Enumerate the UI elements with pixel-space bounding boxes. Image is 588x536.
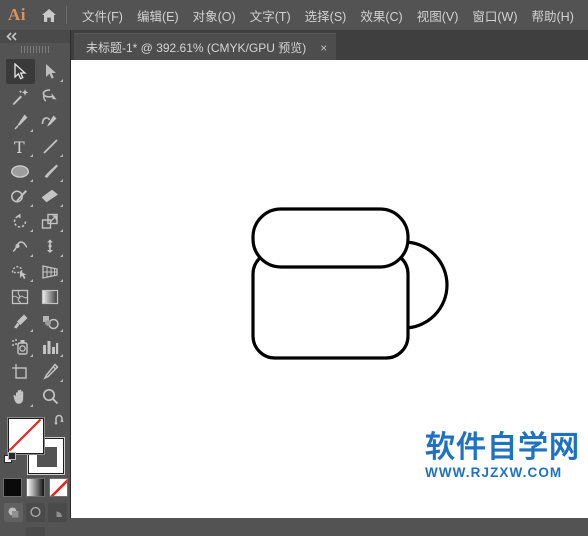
shaper-tool[interactable] — [6, 184, 35, 209]
eraser-tool[interactable] — [36, 184, 65, 209]
column-graph-tool[interactable] — [36, 334, 65, 359]
tool-flyout-indicator — [59, 379, 63, 382]
default-fill-stroke-icon[interactable] — [4, 452, 17, 465]
fill-stroke-mode-row — [0, 478, 70, 497]
tool-flyout-indicator — [29, 254, 33, 257]
close-icon[interactable]: × — [320, 42, 327, 54]
home-icon[interactable] — [34, 0, 64, 30]
tool-flyout-indicator — [29, 229, 33, 232]
drag-grip-icon[interactable] — [0, 43, 70, 56]
mug-rim-rect[interactable] — [251, 207, 410, 269]
document-tab[interactable]: 未标题-1* @ 392.61% (CMYK/GPU 预览) × — [74, 33, 337, 61]
selection-tool[interactable] — [5, 59, 35, 84]
document-tab-bar: 未标题-1* @ 392.61% (CMYK/GPU 预览) × — [70, 30, 588, 61]
tool-flyout-indicator — [59, 179, 63, 182]
menu-item-list: 文件(F) 编辑(E) 对象(O) 文字(T) 选择(S) 效果(C) 视图(V… — [75, 2, 581, 29]
tool-flyout-indicator — [29, 204, 33, 207]
direct-selection-tool[interactable] — [36, 59, 65, 84]
draw-behind-button[interactable] — [25, 503, 45, 522]
svg-text:T: T — [14, 139, 25, 155]
eyedropper-tool[interactable] — [6, 309, 35, 334]
menu-window[interactable]: 窗口(W) — [465, 2, 524, 29]
tool-flyout-indicator — [59, 329, 63, 332]
mesh-tool[interactable] — [6, 284, 35, 309]
tools-panel: T — [0, 30, 71, 536]
draw-normal-button[interactable] — [3, 503, 23, 522]
tool-flyout-indicator — [59, 254, 63, 257]
tool-flyout-indicator — [59, 229, 63, 232]
shape-builder-tool[interactable] — [6, 259, 35, 284]
menu-bar: Ai 文件(F) 编辑(E) 对象(O) 文字(T) 选择(S) 效果(C) 视… — [0, 0, 588, 30]
perspective-grid-tool[interactable] — [36, 259, 65, 284]
tool-flyout-indicator — [59, 79, 63, 82]
fill-swatch[interactable] — [8, 418, 44, 454]
tool-flyout-indicator — [59, 279, 63, 282]
tool-flyout-indicator — [29, 354, 33, 357]
gradient-tool[interactable] — [36, 284, 65, 309]
tool-flyout-indicator — [59, 354, 63, 357]
screen-mode-button[interactable] — [25, 527, 45, 536]
tool-flyout-indicator — [59, 154, 63, 157]
menu-type[interactable]: 文字(T) — [243, 2, 298, 29]
illustrator-window: Ai 文件(F) 编辑(E) 对象(O) 文字(T) 选择(S) 效果(C) 视… — [0, 0, 588, 536]
gradient-mode-button[interactable] — [25, 478, 45, 497]
slice-tool[interactable] — [36, 359, 65, 384]
paintbrush-tool[interactable] — [36, 159, 65, 184]
tool-flyout-indicator — [29, 154, 33, 157]
document-tab-label: 未标题-1* @ 392.61% (CMYK/GPU 预览) — [86, 41, 307, 55]
artboard-tool[interactable] — [6, 359, 35, 384]
menu-object[interactable]: 对象(O) — [186, 2, 243, 29]
coffee-mug-drawing[interactable] — [71, 60, 588, 518]
double-chevron-left-icon[interactable] — [0, 30, 70, 43]
menu-select[interactable]: 选择(S) — [298, 2, 354, 29]
draw-inside-button[interactable] — [47, 503, 67, 522]
color-mode-button[interactable] — [2, 478, 22, 497]
ellipse-tool[interactable] — [6, 159, 35, 184]
canvas-area[interactable]: 软件自学网 WWW.RJZXW.COM — [71, 60, 588, 518]
type-tool[interactable]: T — [6, 134, 35, 159]
tool-flyout-indicator — [29, 129, 33, 132]
none-slash-icon — [8, 418, 42, 452]
scale-tool[interactable] — [36, 209, 65, 234]
tool-flyout-indicator — [59, 204, 63, 207]
line-segment-tool[interactable] — [36, 134, 65, 159]
draw-mode-row — [0, 503, 70, 522]
app-logo: Ai — [8, 5, 26, 24]
tool-grid: T — [0, 59, 70, 409]
lasso-tool[interactable] — [36, 84, 65, 109]
menu-file[interactable]: 文件(F) — [75, 2, 130, 29]
width-tool[interactable] — [6, 234, 35, 259]
magic-wand-tool[interactable] — [6, 84, 35, 109]
menu-effect[interactable]: 效果(C) — [353, 2, 409, 29]
tool-flyout-indicator — [29, 179, 33, 182]
rotate-tool[interactable] — [6, 209, 35, 234]
menu-help[interactable]: 帮助(H) — [525, 2, 581, 29]
zoom-tool[interactable] — [36, 384, 65, 409]
swap-fill-stroke-icon[interactable] — [53, 414, 66, 427]
menu-divider — [66, 6, 67, 24]
symbol-sprayer-tool[interactable] — [6, 334, 35, 359]
tool-flyout-indicator — [29, 279, 33, 282]
menu-edit[interactable]: 编辑(E) — [130, 2, 186, 29]
curvature-tool[interactable] — [36, 109, 65, 134]
tool-flyout-indicator — [29, 404, 33, 407]
free-transform-tool[interactable] — [36, 234, 65, 259]
menu-view[interactable]: 视图(V) — [410, 2, 466, 29]
hand-tool[interactable] — [6, 384, 35, 409]
tool-flyout-indicator — [29, 329, 33, 332]
none-mode-button[interactable] — [48, 478, 68, 497]
fill-stroke-controls — [0, 414, 70, 476]
pen-tool[interactable] — [6, 109, 35, 134]
blend-tool[interactable] — [36, 309, 65, 334]
